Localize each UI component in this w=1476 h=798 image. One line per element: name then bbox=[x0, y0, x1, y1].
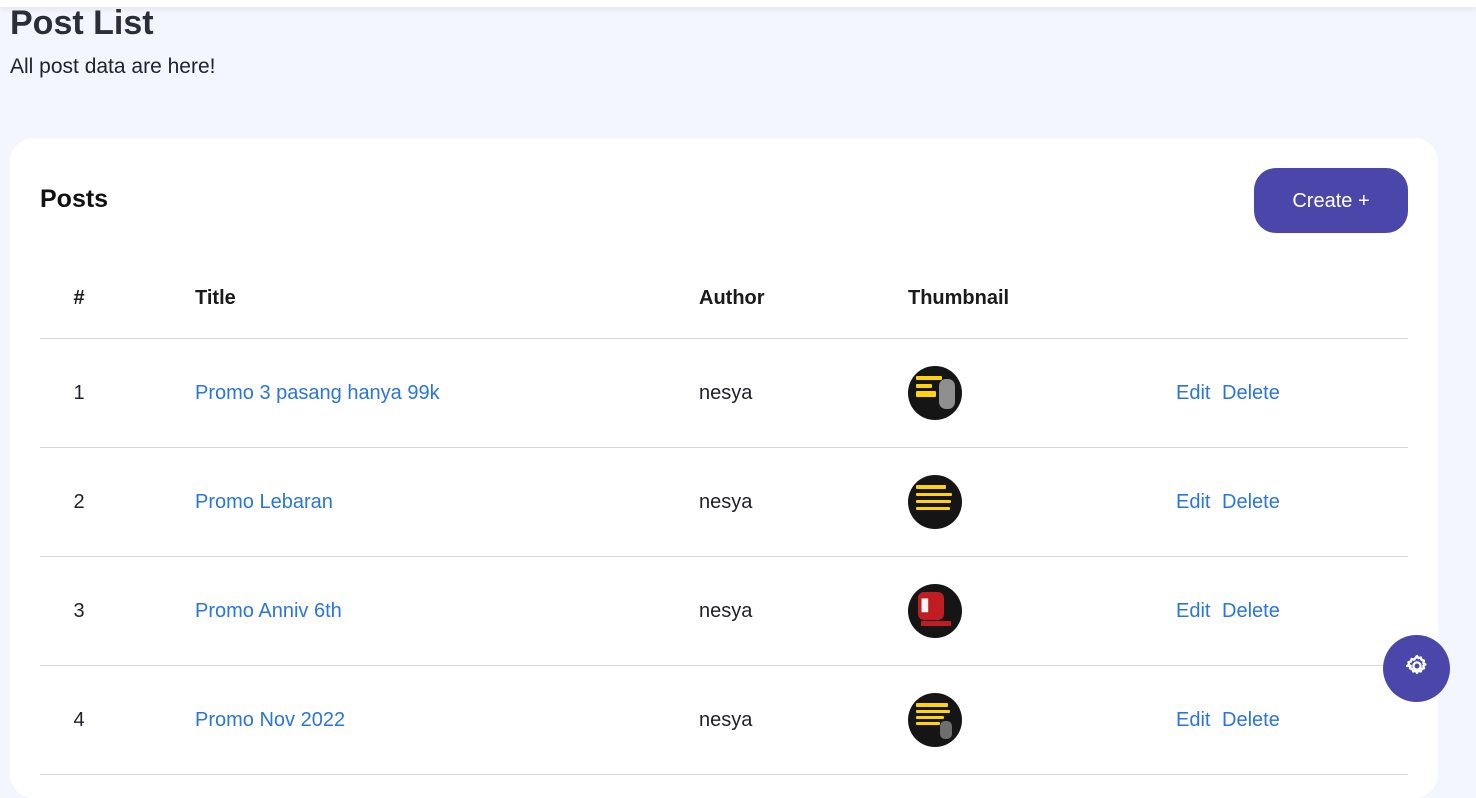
posts-card: Posts Create + # Title Author Thumbnail … bbox=[10, 138, 1438, 798]
actions-cell: Edit Delete bbox=[1176, 447, 1408, 557]
edit-link[interactable]: Edit bbox=[1176, 709, 1210, 731]
thumbnail-cell: ▮ bbox=[908, 556, 1176, 666]
delete-link[interactable]: Delete bbox=[1222, 491, 1280, 513]
row-number: 2 bbox=[73, 490, 85, 513]
thumbnail-cell bbox=[908, 338, 1176, 448]
table-header-row: # Title Author Thumbnail bbox=[40, 258, 1408, 339]
thumbnail-line bbox=[916, 391, 936, 397]
post-author: nesya bbox=[699, 556, 908, 666]
thumbnail-line bbox=[916, 384, 932, 388]
column-header-thumbnail: Thumbnail bbox=[908, 258, 1176, 339]
posts-table: # Title Author Thumbnail 1 Promo 3 pasan… bbox=[40, 258, 1408, 775]
column-header-title: Title bbox=[195, 258, 699, 339]
delete-link[interactable]: Delete bbox=[1222, 600, 1280, 622]
thumbnail-line bbox=[916, 722, 940, 725]
thumbnail-line bbox=[916, 493, 952, 496]
post-title-cell: Promo 3 pasang hanya 99k bbox=[195, 338, 699, 448]
table-row: 3 Promo Anniv 6th nesya ▮ Edit Delete bbox=[40, 556, 1408, 666]
thumbnail-line bbox=[916, 376, 942, 380]
post-thumbnail bbox=[908, 475, 962, 529]
post-thumbnail: ▮ bbox=[908, 584, 962, 638]
row-number-cell: 1 bbox=[40, 338, 195, 448]
table-row: 2 Promo Lebaran nesya Edit Delete bbox=[40, 447, 1408, 557]
page-title: Post List bbox=[10, 4, 154, 42]
post-title-link[interactable]: Promo Lebaran bbox=[195, 491, 333, 513]
post-title-cell: Promo Lebaran bbox=[195, 447, 699, 557]
gear-icon bbox=[1403, 652, 1431, 685]
post-title-link[interactable]: Promo Nov 2022 bbox=[195, 709, 345, 731]
post-thumbnail bbox=[908, 366, 962, 420]
edit-link[interactable]: Edit bbox=[1176, 600, 1210, 622]
thumbnail-red-block bbox=[921, 621, 951, 626]
thumbnail-figure bbox=[939, 379, 955, 409]
column-header-number-label: # bbox=[73, 286, 85, 309]
column-header-actions bbox=[1176, 258, 1408, 339]
create-post-button[interactable]: Create + bbox=[1254, 168, 1408, 233]
edit-link[interactable]: Edit bbox=[1176, 382, 1210, 404]
table-row: 4 Promo Nov 2022 nesya Edit Delete bbox=[40, 665, 1408, 775]
row-number: 1 bbox=[73, 381, 85, 404]
actions-cell: Edit Delete bbox=[1176, 665, 1408, 775]
actions-cell: Edit Delete bbox=[1176, 556, 1408, 666]
thumbnail-line bbox=[916, 485, 946, 489]
thumbnail-line bbox=[916, 710, 950, 713]
row-number: 4 bbox=[73, 708, 85, 731]
thumbnail-cell bbox=[908, 447, 1176, 557]
card-title: Posts bbox=[40, 185, 109, 213]
post-thumbnail bbox=[908, 693, 962, 747]
post-author: nesya bbox=[699, 447, 908, 557]
top-bar bbox=[0, 0, 1476, 7]
thumbnail-figure bbox=[940, 721, 952, 739]
row-number-cell: 4 bbox=[40, 665, 195, 775]
thumbnail-cell bbox=[908, 665, 1176, 775]
post-title-cell: Promo Nov 2022 bbox=[195, 665, 699, 775]
edit-link[interactable]: Edit bbox=[1176, 491, 1210, 513]
row-number-cell: 2 bbox=[40, 447, 195, 557]
table-row: 1 Promo 3 pasang hanya 99k nesya Edit De… bbox=[40, 338, 1408, 448]
row-number-cell: 3 bbox=[40, 556, 195, 666]
thumbnail-graphic-shape: ▮ bbox=[920, 594, 930, 615]
post-title-link[interactable]: Promo 3 pasang hanya 99k bbox=[195, 382, 440, 404]
row-number: 3 bbox=[73, 599, 85, 622]
post-title-link[interactable]: Promo Anniv 6th bbox=[195, 600, 342, 622]
thumbnail-line bbox=[916, 507, 950, 510]
column-header-author: Author bbox=[699, 258, 908, 339]
delete-link[interactable]: Delete bbox=[1222, 709, 1280, 731]
post-author: nesya bbox=[699, 338, 908, 448]
actions-cell: Edit Delete bbox=[1176, 338, 1408, 448]
column-header-number: # bbox=[40, 258, 195, 339]
thumbnail-line bbox=[916, 703, 948, 707]
thumbnail-line bbox=[916, 716, 944, 719]
page-subtitle: All post data are here! bbox=[10, 55, 216, 78]
post-title-cell: Promo Anniv 6th bbox=[195, 556, 699, 666]
post-author: nesya bbox=[699, 665, 908, 775]
delete-link[interactable]: Delete bbox=[1222, 382, 1280, 404]
thumbnail-line bbox=[916, 500, 951, 503]
settings-button[interactable] bbox=[1383, 635, 1450, 702]
